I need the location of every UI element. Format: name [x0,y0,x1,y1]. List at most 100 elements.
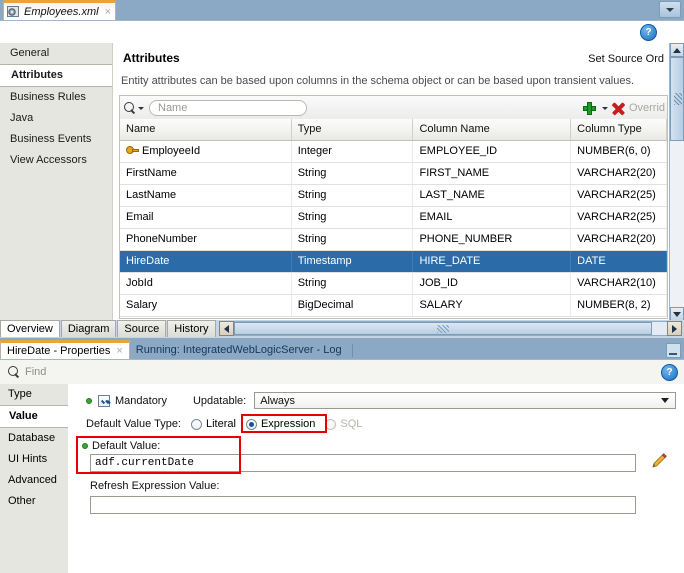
pencil-icon[interactable] [650,452,668,470]
column-header-name[interactable]: Name [120,119,292,140]
search-input[interactable]: Name [149,100,307,116]
radio-sql: SQL [325,418,362,430]
sidebar-item-other[interactable]: Other [0,491,68,512]
find-input[interactable]: Find [8,366,661,378]
hscrollbar-thumb[interactable] [233,322,652,335]
default-value-type-row: Default Value Type: Literal Expression S… [86,418,362,430]
help-question-icon[interactable]: ? [661,363,678,381]
caret-down-icon[interactable] [601,106,608,110]
set-source-order-link[interactable]: Set Source Ord [588,53,664,65]
sidebar-item-database[interactable]: Database [0,428,68,449]
cell-column-name: JOB_ID [413,273,572,294]
default-value-label: Default Value: [92,440,161,452]
updatable-value: Always [260,394,296,407]
editor-horizontal-scrollbar[interactable] [218,321,682,336]
scroll-up-icon[interactable] [670,43,684,57]
find-bar: Find ? [0,360,684,385]
sidebar-item-general[interactable]: General [0,43,112,64]
jdeveloper-window: Employees.xml × ? General Attributes Bus… [0,0,684,573]
tab-history[interactable]: History [167,320,216,337]
red-x-icon[interactable] [612,102,625,115]
cell-name-text: EmployeeId [142,145,201,157]
sidebar-item-business-events[interactable]: Business Events [0,129,112,150]
column-header-column-type[interactable]: Column Type [571,119,667,140]
sidebar-item-java[interactable]: Java [0,108,112,129]
column-header-column-name[interactable]: Column Name [413,119,572,140]
properties-left-tabs: Type Value Database UI Hints Advanced Ot… [0,384,69,573]
default-value-input[interactable]: adf.currentDate [90,454,636,472]
search-icon [124,102,136,114]
properties-body: Find ? Type Value Database UI Hints Adva… [0,359,684,573]
tab-diagram[interactable]: Diagram [60,320,117,337]
cell-column-type: DATE [571,251,667,272]
table-row[interactable]: EmployeeId Integer EMPLOYEE_ID NUMBER(6,… [120,141,667,163]
radio-sql-label: SQL [340,418,363,430]
table-row[interactable]: FirstName String FIRST_NAME VARCHAR2(20) [120,163,667,185]
override-button-label[interactable]: Overrid [629,102,665,114]
page-title: Attributes [123,51,180,65]
editor-minimize-button[interactable] [659,1,681,18]
help-question-icon[interactable]: ? [640,24,657,41]
radio-expression[interactable]: Expression [245,418,316,430]
radio-expression-label: Expression [260,418,316,430]
editor-help-row: ? [0,21,684,43]
refresh-expression-input[interactable] [90,496,636,514]
overridden-indicator-icon [86,397,92,404]
sidebar-item-type[interactable]: Type [0,384,68,405]
sidebar-item-value[interactable]: Value [0,405,68,428]
cell-column-name: EMPLOYEE_ID [413,141,572,162]
tab-hiredate-properties[interactable]: HireDate - Properties × [0,340,130,359]
overridden-indicator-icon [82,443,88,449]
tab-overview[interactable]: Overview [0,320,60,337]
minimize-icon[interactable] [666,343,681,358]
radio-literal[interactable]: Literal [191,418,236,430]
tab-source[interactable]: Source [117,320,167,337]
search-control[interactable]: Name [124,100,307,116]
mandatory-label: Mandatory [115,394,167,407]
sidebar-item-view-accessors[interactable]: View Accessors [0,150,112,171]
cell-name: JobId [120,273,292,294]
value-form: Mandatory Updatable: Always Default Valu… [68,384,684,573]
table-row[interactable]: JobId String JOB_ID VARCHAR2(10) [120,273,667,295]
editor-body: ? General Attributes Business Rules Java… [0,20,684,321]
refresh-expression-label: Refresh Expression Value: [90,480,220,492]
updatable-select[interactable]: Always [254,392,676,409]
table-row[interactable]: Salary BigDecimal SALARY NUMBER(8, 2) [120,295,667,317]
document-tab-employees-xml[interactable]: Employees.xml × [3,0,117,20]
updatable-label: Updatable: [192,394,247,407]
sidebar-item-advanced[interactable]: Advanced [0,470,68,491]
mandatory-checkbox[interactable] [98,394,110,407]
cell-type: String [292,229,414,250]
column-header-type[interactable]: Type [292,119,414,140]
cell-type: BigDecimal [292,295,414,316]
table-row[interactable]: Email String EMAIL VARCHAR2(25) [120,207,667,229]
chevron-down-icon [666,7,674,12]
sidebar-item-attributes[interactable]: Attributes [0,64,112,87]
scroll-left-icon[interactable] [218,321,234,336]
properties-window: HireDate - Properties × Running: Integra… [0,340,684,573]
scrollbar-thumb[interactable] [670,57,684,141]
default-value-label-row: Default Value: [82,440,160,452]
table-row[interactable]: LastName String LAST_NAME VARCHAR2(25) [120,185,667,207]
default-value-type-label: Default Value Type: [86,418,181,430]
caret-down-icon[interactable] [138,106,144,110]
document-tabstrip: Employees.xml × [0,0,684,20]
cell-column-name: HIRE_DATE [413,251,572,272]
tab-hiredate-properties-label: HireDate - Properties [7,345,111,357]
cell-column-name: SALARY [413,295,572,316]
scroll-right-icon[interactable] [667,321,682,336]
tab-weblogic-log[interactable]: Running: IntegratedWebLogicServer - Log [130,341,348,359]
close-icon[interactable]: × [103,6,111,18]
editor-vertical-scrollbar[interactable] [669,43,684,321]
sidebar-item-ui-hints[interactable]: UI Hints [0,449,68,470]
cell-column-type: VARCHAR2(25) [571,207,667,228]
table-row[interactable]: PhoneNumber String PHONE_NUMBER VARCHAR2… [120,229,667,251]
sidebar-item-business-rules[interactable]: Business Rules [0,87,112,108]
search-icon [8,366,20,378]
table-row-selected[interactable]: HireDate Timestamp HIRE_DATE DATE [120,251,667,273]
scroll-down-icon[interactable] [670,307,684,321]
close-icon[interactable]: × [114,343,122,359]
attributes-toolbar: Name Overrid [119,95,668,120]
plus-icon[interactable] [582,101,596,115]
cell-column-name: LAST_NAME [413,185,572,206]
